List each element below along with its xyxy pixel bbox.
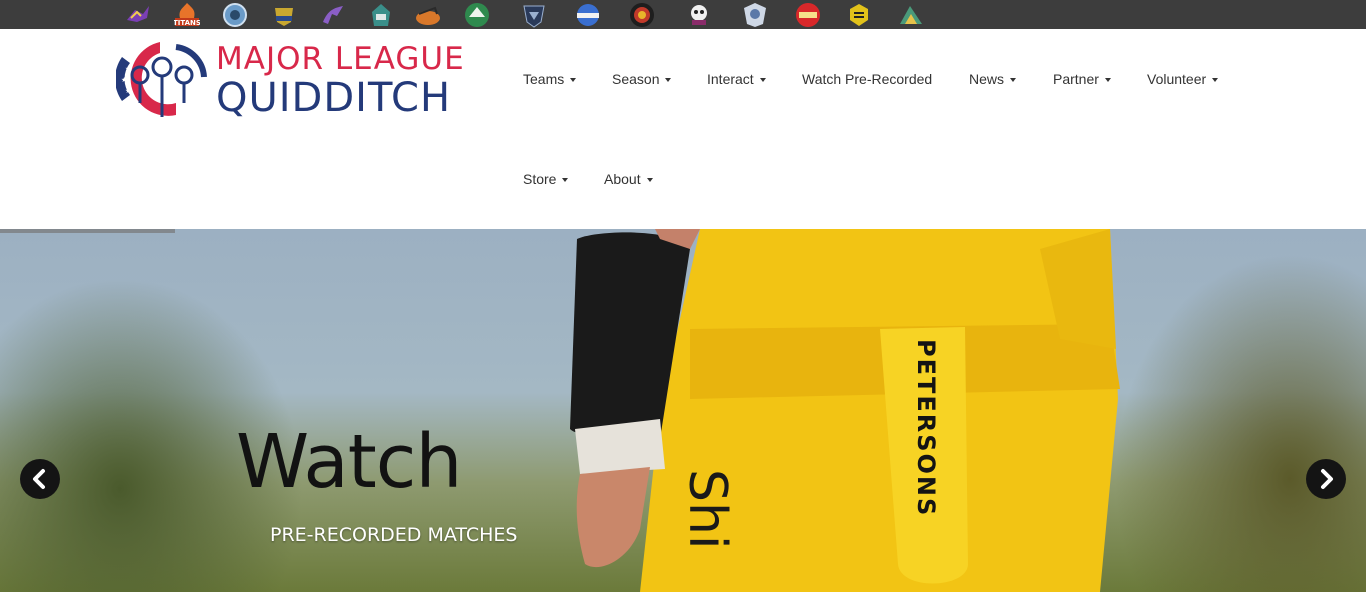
- caret-down-icon: [759, 78, 766, 83]
- caret-down-icon: [1104, 78, 1111, 83]
- caret-down-icon: [562, 178, 569, 183]
- nav-item-partner[interactable]: Partner: [1053, 71, 1111, 87]
- nav-label: Interact: [707, 71, 754, 87]
- team-logo-13[interactable]: [742, 2, 768, 28]
- slide-progress-bar: [0, 229, 175, 233]
- team-logo-5[interactable]: [320, 2, 346, 28]
- team-logo-4[interactable]: [271, 2, 297, 28]
- logo-text-quidditch: QUIDDITCH: [216, 75, 452, 121]
- team-logo-hive[interactable]: [846, 2, 872, 28]
- team-logo-sol[interactable]: [795, 2, 821, 28]
- nav-item-about[interactable]: About: [604, 171, 653, 187]
- caret-down-icon: [646, 178, 653, 183]
- caret-down-icon: [665, 78, 672, 83]
- caret-down-icon: [570, 78, 577, 83]
- nav-item-news[interactable]: News: [969, 71, 1017, 87]
- nav-item-watch-pre-recorded[interactable]: Watch Pre-Recorded: [802, 71, 932, 87]
- team-logo-3[interactable]: [222, 2, 248, 28]
- logo-text-major-league: MAJOR LEAGUE: [216, 41, 465, 77]
- team-logo-11[interactable]: [629, 2, 655, 28]
- caret-down-icon: [1010, 78, 1017, 83]
- team-logo-titans[interactable]: TITANS: [173, 2, 201, 28]
- nav-label: Teams: [523, 71, 565, 87]
- nav-label: Watch Pre-Recorded: [802, 71, 933, 87]
- team-logo-1[interactable]: [125, 2, 151, 28]
- site-logo[interactable]: ★ ★ ★ MAJOR LEAGUE QUIDDITCH: [116, 35, 476, 121]
- chevron-left-icon: [33, 469, 45, 489]
- nav-item-volunteer[interactable]: Volunteer: [1147, 71, 1219, 87]
- carousel-next-button[interactable]: [1306, 459, 1346, 499]
- nav-item-season[interactable]: Season: [612, 71, 672, 87]
- hero-player-image: Shi PETERSONS: [570, 229, 1120, 592]
- nav-item-store[interactable]: Store: [523, 171, 569, 187]
- chevron-right-icon: [1321, 469, 1333, 489]
- svg-text:★: ★: [125, 87, 131, 95]
- svg-text:★: ★: [121, 76, 127, 84]
- nav-label: News: [969, 71, 1005, 87]
- svg-text:★: ★: [125, 65, 131, 73]
- team-logo-whiteout[interactable]: [464, 2, 490, 28]
- team-logo-curse[interactable]: [686, 2, 712, 28]
- nav-label: Volunteer: [1147, 71, 1207, 87]
- nav-label: Season: [612, 71, 660, 87]
- team-logo-7[interactable]: [415, 2, 441, 28]
- hero-carousel: Shi PETERSONS Watch PRE-RECORDED MATCHES: [0, 229, 1366, 592]
- nav-item-interact[interactable]: Interact: [707, 71, 766, 87]
- quidditch-hoops-logo-icon: ★ ★ ★: [116, 42, 207, 117]
- team-logo-legends[interactable]: [575, 2, 601, 28]
- petersons-jersey-text: PETERSONS: [912, 339, 940, 517]
- nav-label: About: [604, 171, 641, 187]
- team-logo-titans-text: TITANS: [174, 19, 200, 27]
- team-logo-6[interactable]: [368, 2, 394, 28]
- nav-item-teams[interactable]: Teams: [523, 71, 577, 87]
- team-logo-16[interactable]: [898, 2, 924, 28]
- caret-down-icon: [1212, 78, 1219, 83]
- team-logo-bar: TITANS: [0, 0, 1366, 29]
- carousel-prev-button[interactable]: [20, 459, 60, 499]
- nav-label: Store: [523, 171, 557, 187]
- shirt-lettering: Shi: [677, 469, 737, 549]
- hero-title: Watch: [236, 419, 462, 505]
- nav-label: Partner: [1053, 71, 1099, 87]
- site-header: ★ ★ ★ MAJOR LEAGUE QUIDDITCH Teams Seaso…: [0, 29, 1366, 229]
- hero-subtitle: PRE-RECORDED MATCHES: [270, 524, 518, 546]
- team-logo-9[interactable]: [521, 2, 547, 28]
